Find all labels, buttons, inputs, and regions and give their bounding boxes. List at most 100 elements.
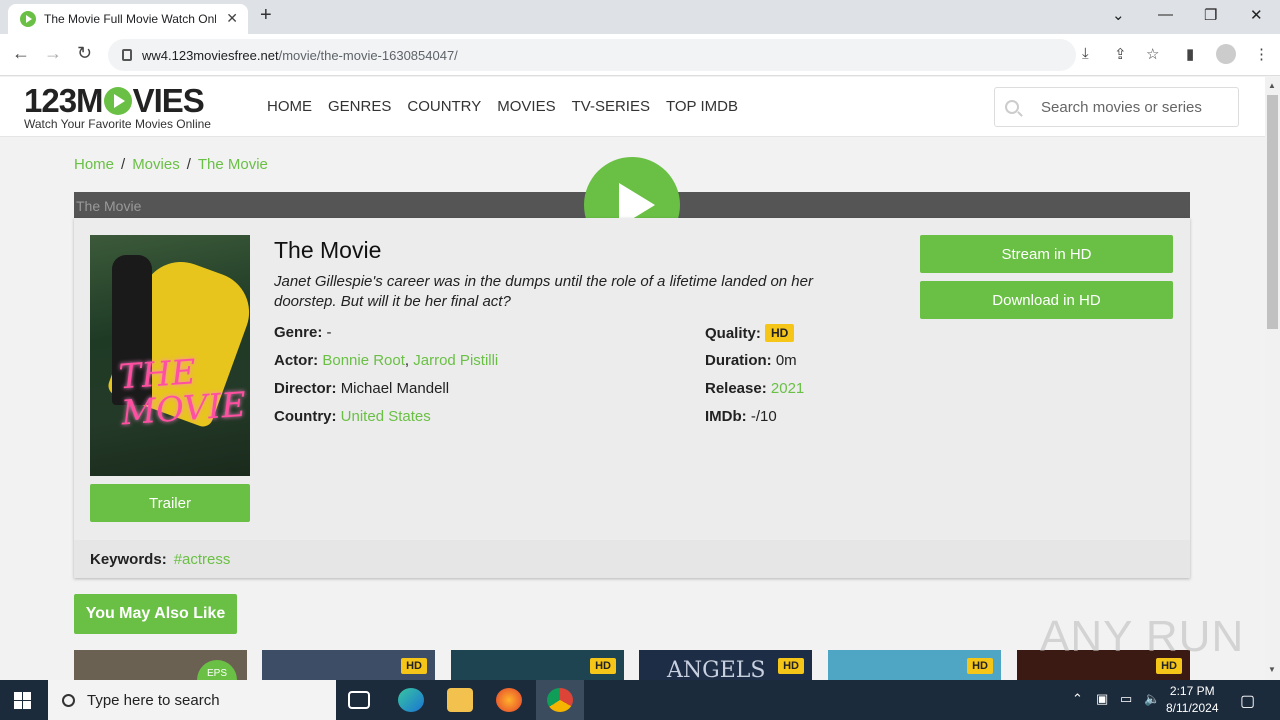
share-icon[interactable]: ⇪	[1114, 45, 1127, 63]
scroll-down-icon[interactable]: ▼	[1268, 665, 1276, 674]
keywords-row: Keywords: #actress	[74, 540, 1190, 578]
task-view-icon[interactable]	[348, 691, 370, 709]
nav-genres[interactable]: GENRES	[328, 98, 391, 115]
scrollbar-thumb[interactable]	[1267, 95, 1278, 329]
movie-poster: THE MOVIE	[90, 235, 250, 476]
menu-icon[interactable]: ⋮	[1254, 45, 1269, 63]
taskbar-search-icon	[62, 693, 75, 707]
movie-description: Janet Gillespie's career was in the dump…	[274, 273, 813, 310]
related-movie-card[interactable]: HD	[262, 650, 435, 680]
firefox-icon[interactable]	[496, 688, 522, 712]
volume-icon[interactable]: 🔈	[1144, 691, 1160, 707]
url-host: ww4.123moviesfree.net	[142, 47, 279, 63]
logo-text-end: VIES	[132, 82, 205, 119]
windows-taskbar: Type here to search ⌃ ▣ ▭ 🔈 2:17 PM 8/11…	[0, 680, 1280, 720]
install-icon[interactable]: ⤓	[1082, 45, 1089, 62]
related-movie-card[interactable]: EPS	[74, 650, 247, 680]
close-tab-icon[interactable]: ✕	[226, 10, 238, 27]
edge-icon[interactable]	[398, 688, 424, 712]
reload-icon[interactable]: ↻	[77, 43, 92, 64]
trailer-button[interactable]: Trailer	[90, 484, 250, 522]
restore-icon[interactable]: ❐	[1204, 6, 1217, 24]
imdb-row: IMDb: -/10	[705, 408, 777, 425]
side-panel-icon[interactable]: ▮	[1186, 45, 1194, 63]
quality-row: Quality: HD	[705, 324, 795, 342]
logo-tagline: Watch Your Favorite Movies Online	[24, 117, 211, 131]
clock-time: 2:17 PM	[1169, 684, 1215, 698]
actor-link[interactable]: Bonnie Root	[322, 352, 405, 369]
country-link[interactable]: United States	[341, 408, 431, 425]
chrome-icon[interactable]	[547, 688, 573, 712]
breadcrumb-current[interactable]: The Movie	[198, 156, 268, 173]
player-image-alt: The Movie	[76, 198, 142, 214]
nav-top-imdb[interactable]: TOP IMDB	[666, 98, 738, 115]
release-label: Release:	[705, 380, 767, 397]
related-movie-card[interactable]: ANGELS HD	[639, 650, 812, 680]
file-explorer-icon[interactable]	[447, 688, 473, 712]
site-favicon-icon	[20, 11, 36, 27]
url-path: /movie/the-movie-1630854047/	[278, 47, 458, 63]
profile-avatar-icon[interactable]	[1216, 44, 1236, 64]
taskbar-search[interactable]: Type here to search	[48, 680, 336, 720]
duration-row: Duration: 0m	[705, 352, 797, 369]
breadcrumb-movies[interactable]: Movies	[132, 156, 180, 173]
nav-country[interactable]: COUNTRY	[407, 98, 481, 115]
logo-text-start: 123M	[24, 82, 104, 119]
nav-movies[interactable]: MOVIES	[497, 98, 555, 115]
page-scrollbar[interactable]: ▲ ▼	[1265, 77, 1280, 680]
hd-badge: HD	[778, 658, 804, 674]
breadcrumb-home[interactable]: Home	[74, 156, 114, 173]
genre-value: -	[326, 324, 332, 341]
hd-badge: HD	[401, 658, 427, 674]
movie-title: The Movie	[274, 237, 382, 263]
breadcrumb-separator: /	[186, 156, 191, 173]
forward-icon[interactable]: →	[44, 43, 62, 64]
logo-play-icon	[103, 87, 132, 115]
taskbar-search-placeholder: Type here to search	[87, 691, 220, 709]
duration-value: 0m	[775, 352, 797, 369]
duration-label: Duration:	[705, 352, 772, 369]
anyrun-watermark: ANY RUN	[1040, 612, 1245, 661]
network-icon[interactable]: ▭	[1120, 691, 1132, 707]
main-nav: HOME GENRES COUNTRY MOVIES TV-SERIES TOP…	[267, 98, 738, 115]
windows-start-icon[interactable]	[14, 692, 31, 709]
notifications-icon[interactable]: ▢	[1240, 691, 1255, 711]
country-label: Country:	[274, 408, 337, 425]
stream-hd-button[interactable]: Stream in HD	[920, 235, 1173, 273]
release-link[interactable]: 2021	[771, 380, 804, 397]
genre-label: Genre:	[274, 324, 323, 341]
director-value: Michael Mandell	[340, 380, 450, 397]
you-may-also-like-heading: You May Also Like	[74, 594, 237, 634]
address-bar[interactable]: ww4.123moviesfree.net/movie/the-movie-16…	[108, 39, 1076, 71]
nav-home[interactable]: HOME	[267, 98, 312, 115]
tray-chevron-icon[interactable]: ⌃	[1072, 691, 1083, 707]
search-icon[interactable]	[1005, 100, 1019, 114]
breadcrumb: Home / Movies / The Movie	[74, 156, 268, 173]
eps-badge: EPS	[197, 660, 237, 680]
scroll-up-icon[interactable]: ▲	[1268, 81, 1276, 90]
new-tab-icon[interactable]: +	[260, 4, 272, 27]
breadcrumb-separator: /	[121, 156, 126, 173]
country-row: Country: United States	[274, 408, 431, 425]
keyword-link[interactable]: #actress	[174, 551, 231, 568]
site-logo[interactable]: 123M VIES Watch Your Favorite Movies Onli…	[24, 82, 211, 131]
tab-search-icon[interactable]: ⌄	[1112, 6, 1125, 24]
nav-tv-series[interactable]: TV-SERIES	[572, 98, 650, 115]
actor-row: Actor: Bonnie Root, Jarrod Pistilli	[274, 352, 499, 369]
bookmark-star-icon[interactable]: ☆	[1146, 45, 1159, 63]
close-window-icon[interactable]: ✕	[1250, 6, 1263, 24]
minimize-icon[interactable]: —	[1158, 6, 1173, 23]
quality-label: Quality:	[705, 325, 761, 342]
actor-label: Actor:	[274, 352, 319, 369]
download-hd-button[interactable]: Download in HD	[920, 281, 1173, 319]
browser-tab[interactable]: The Movie Full Movie Watch Online ✕	[8, 4, 248, 34]
taskbar-clock[interactable]: 2:17 PM 8/11/2024	[1166, 683, 1219, 717]
related-movie-card[interactable]: HD	[828, 650, 1001, 680]
related-movie-card[interactable]: HD	[451, 650, 624, 680]
actor-link[interactable]: Jarrod Pistilli	[413, 352, 498, 369]
search-input[interactable]	[1041, 98, 1221, 116]
tray-device-icon[interactable]: ▣	[1096, 691, 1108, 707]
quality-badge: HD	[765, 324, 795, 342]
hd-badge: HD	[967, 658, 993, 674]
back-icon[interactable]: ←	[12, 43, 30, 64]
